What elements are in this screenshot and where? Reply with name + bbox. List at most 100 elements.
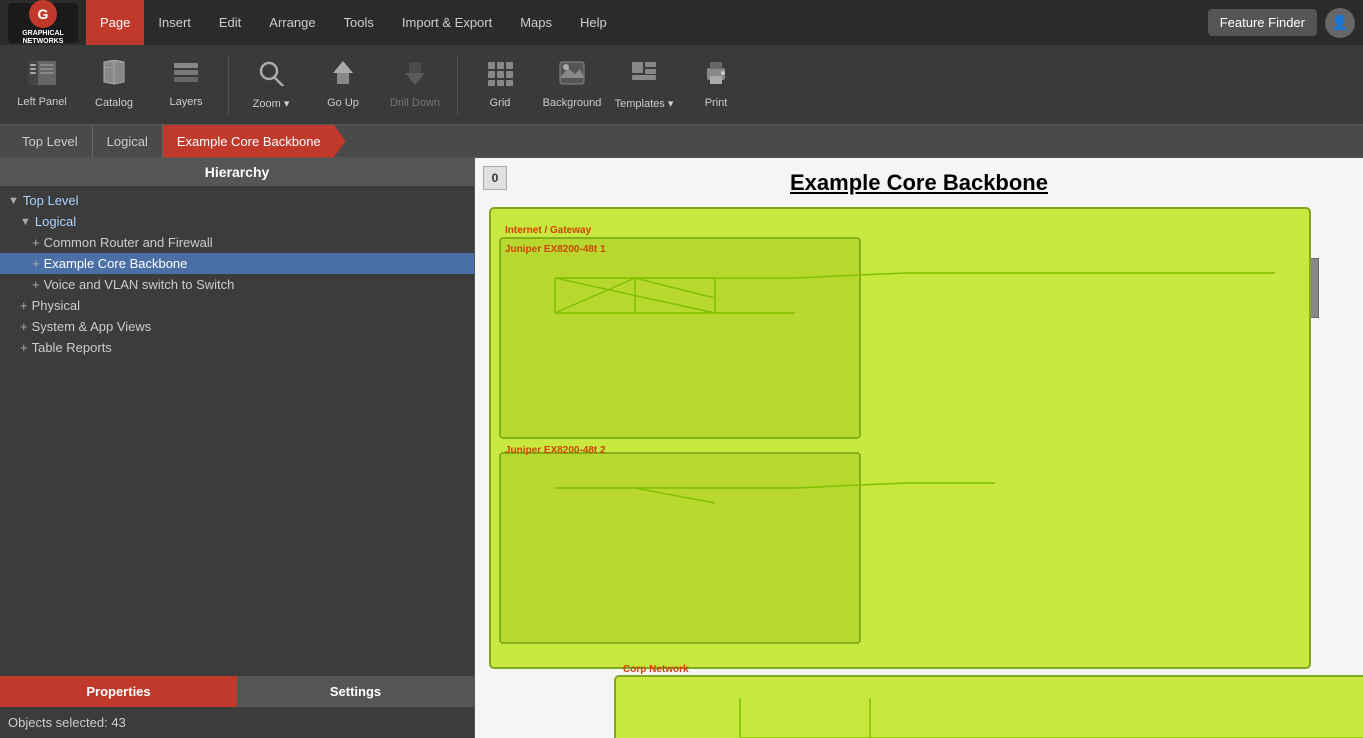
- toolbar: Left Panel Catalog Layers Zoom ▾ Go Up D…: [0, 45, 1363, 125]
- network-node-3: [653, 258, 711, 316]
- tree-system-app[interactable]: + System & App Views: [0, 316, 474, 337]
- menu-import-export[interactable]: Import & Export: [388, 0, 506, 45]
- plus-icon-common-router: +: [32, 235, 40, 250]
- toolbar-sep-1: [228, 55, 229, 115]
- zoom-label: Zoom ▾: [253, 97, 290, 110]
- drill-down-label: Drill Down: [390, 97, 440, 109]
- canvas-area[interactable]: 0 Example Core Backbone: [475, 158, 1363, 738]
- layers-button[interactable]: Layers: [152, 49, 220, 121]
- templates-icon: [630, 60, 658, 93]
- left-panel-icon: [28, 61, 56, 92]
- network-node-mid-r1: [895, 498, 939, 542]
- network-node-mid-low-3: [653, 528, 711, 586]
- tree-table-reports[interactable]: + Table Reports: [0, 337, 474, 358]
- zoom-icon: [257, 60, 285, 93]
- tree-common-router-label: Common Router and Firewall: [44, 235, 213, 250]
- tree-common-router[interactable]: + Common Router and Firewall: [0, 232, 474, 253]
- network-node-top-right: [1155, 258, 1203, 306]
- network-node-mid-2: [587, 468, 635, 516]
- objects-selected-text: Objects selected: 43: [8, 715, 126, 730]
- user-avatar: 👤: [1325, 8, 1355, 38]
- hierarchy-tree: ▼ Top Level ▼ Logical + Common Router an…: [0, 186, 474, 676]
- background-button[interactable]: Background: [538, 49, 606, 121]
- tree-voice-vlan[interactable]: + Voice and VLAN switch to Switch: [0, 274, 474, 295]
- go-up-icon: [329, 60, 357, 93]
- background-label: Background: [543, 97, 602, 109]
- properties-tab[interactable]: Properties: [0, 676, 237, 707]
- plus-icon-physical: +: [20, 298, 28, 313]
- grid-button[interactable]: Grid: [466, 49, 534, 121]
- menu-insert[interactable]: Insert: [144, 0, 205, 45]
- menu-help[interactable]: Help: [566, 0, 621, 45]
- network-node-mid-low-2: [587, 528, 635, 576]
- plus-icon-example-core: +: [32, 256, 40, 271]
- network-node-far-r3: [1035, 258, 1079, 302]
- svg-text:Juniper EX8200-48t 2: Juniper EX8200-48t 2: [505, 445, 606, 456]
- cisco-ws-2: Cisco WS-4: [835, 728, 905, 738]
- print-button[interactable]: Print: [682, 49, 750, 121]
- properties-content: Objects selected: 43: [0, 707, 474, 738]
- tree-system-app-label: System & App Views: [32, 319, 152, 334]
- plus-icon-table-reports: +: [20, 340, 28, 355]
- logo-subtext: NETWORKS: [23, 38, 64, 46]
- network-node-8: [653, 320, 711, 378]
- settings-tab[interactable]: Settings: [237, 676, 474, 707]
- go-up-label: Go Up: [327, 97, 359, 109]
- menu-maps[interactable]: Maps: [506, 0, 566, 45]
- cisco-ws-2-label: Cisco WS-4: [836, 729, 904, 738]
- feature-finder-button[interactable]: Feature Finder: [1208, 9, 1317, 36]
- hierarchy-header: Hierarchy: [0, 158, 474, 186]
- network-node-4: [723, 258, 771, 306]
- page-number-badge: 0: [483, 166, 507, 190]
- print-label: Print: [705, 97, 728, 109]
- menu-edit[interactable]: Edit: [205, 0, 255, 45]
- menu-arrange[interactable]: Arrange: [255, 0, 329, 45]
- network-diagram: Internet / Gateway Juniper EX8200-48t 1 …: [475, 158, 1363, 738]
- menu-tools[interactable]: Tools: [330, 0, 388, 45]
- tabs-row: Properties Settings: [0, 676, 474, 707]
- drill-down-button[interactable]: Drill Down: [381, 49, 449, 121]
- cisco-ws-1: Cisco WS-C: [705, 728, 775, 738]
- app-logo: G GRAPHICAL NETWORKS: [8, 3, 78, 43]
- tree-example-core[interactable]: + Example Core Backbone: [0, 253, 474, 274]
- sidebar: Hierarchy ▼ Top Level ▼ Logical + Common…: [0, 158, 475, 738]
- device-gray-mid: [1035, 498, 1079, 550]
- menu-page[interactable]: Page: [86, 0, 144, 45]
- network-node-5: [785, 258, 833, 306]
- print-icon: [702, 60, 730, 93]
- network-node-far-r4: [1095, 258, 1139, 302]
- left-panel-button[interactable]: Left Panel: [8, 49, 76, 121]
- network-node-1: [525, 258, 573, 306]
- network-node-mid-low-1: [525, 528, 573, 576]
- network-node-mid-r2: [965, 498, 1009, 542]
- breadcrumb-example-core[interactable]: Example Core Backbone: [163, 125, 346, 158]
- airphone-device: Airphone AX-084C-2: [1043, 573, 1163, 633]
- main-content: Hierarchy ▼ Top Level ▼ Logical + Common…: [0, 158, 1363, 738]
- catalog-button[interactable]: Catalog: [80, 49, 148, 121]
- tree-top-level[interactable]: ▼ Top Level: [0, 190, 474, 211]
- plus-icon-voice-vlan: +: [32, 277, 40, 292]
- svg-text:Juniper EX8200-48t 1: Juniper EX8200-48t 1: [505, 244, 606, 255]
- expand-icon-logical: ▼: [20, 216, 31, 228]
- network-node-far-r2: [965, 258, 1009, 302]
- tree-logical[interactable]: ▼ Logical: [0, 211, 474, 232]
- menubar: G GRAPHICAL NETWORKS Page Insert Edit Ar…: [0, 0, 1363, 45]
- tree-physical[interactable]: + Physical: [0, 295, 474, 316]
- breadcrumb-top-level[interactable]: Top Level: [8, 125, 93, 158]
- breadcrumb-bar: Top Level Logical Example Core Backbone: [0, 125, 1363, 158]
- svg-text:Internet / Gateway: Internet / Gateway: [505, 225, 592, 236]
- templates-button[interactable]: Templates ▾: [610, 49, 678, 121]
- zoom-button[interactable]: Zoom ▾: [237, 49, 305, 121]
- canvas-title: Example Core Backbone: [475, 158, 1363, 204]
- breadcrumb-logical[interactable]: Logical: [93, 125, 163, 158]
- catalog-label: Catalog: [95, 97, 133, 109]
- background-icon: [558, 60, 586, 93]
- go-up-button[interactable]: Go Up: [309, 49, 377, 121]
- network-node-far-r1: [895, 258, 939, 302]
- device-gray-2: [1275, 258, 1319, 318]
- left-panel-label: Left Panel: [17, 96, 67, 108]
- menu-items: Page Insert Edit Arrange Tools Import & …: [86, 0, 621, 45]
- network-node-mid-3: [653, 468, 711, 526]
- expand-icon-top: ▼: [8, 195, 19, 207]
- tree-top-level-label: Top Level: [23, 193, 79, 208]
